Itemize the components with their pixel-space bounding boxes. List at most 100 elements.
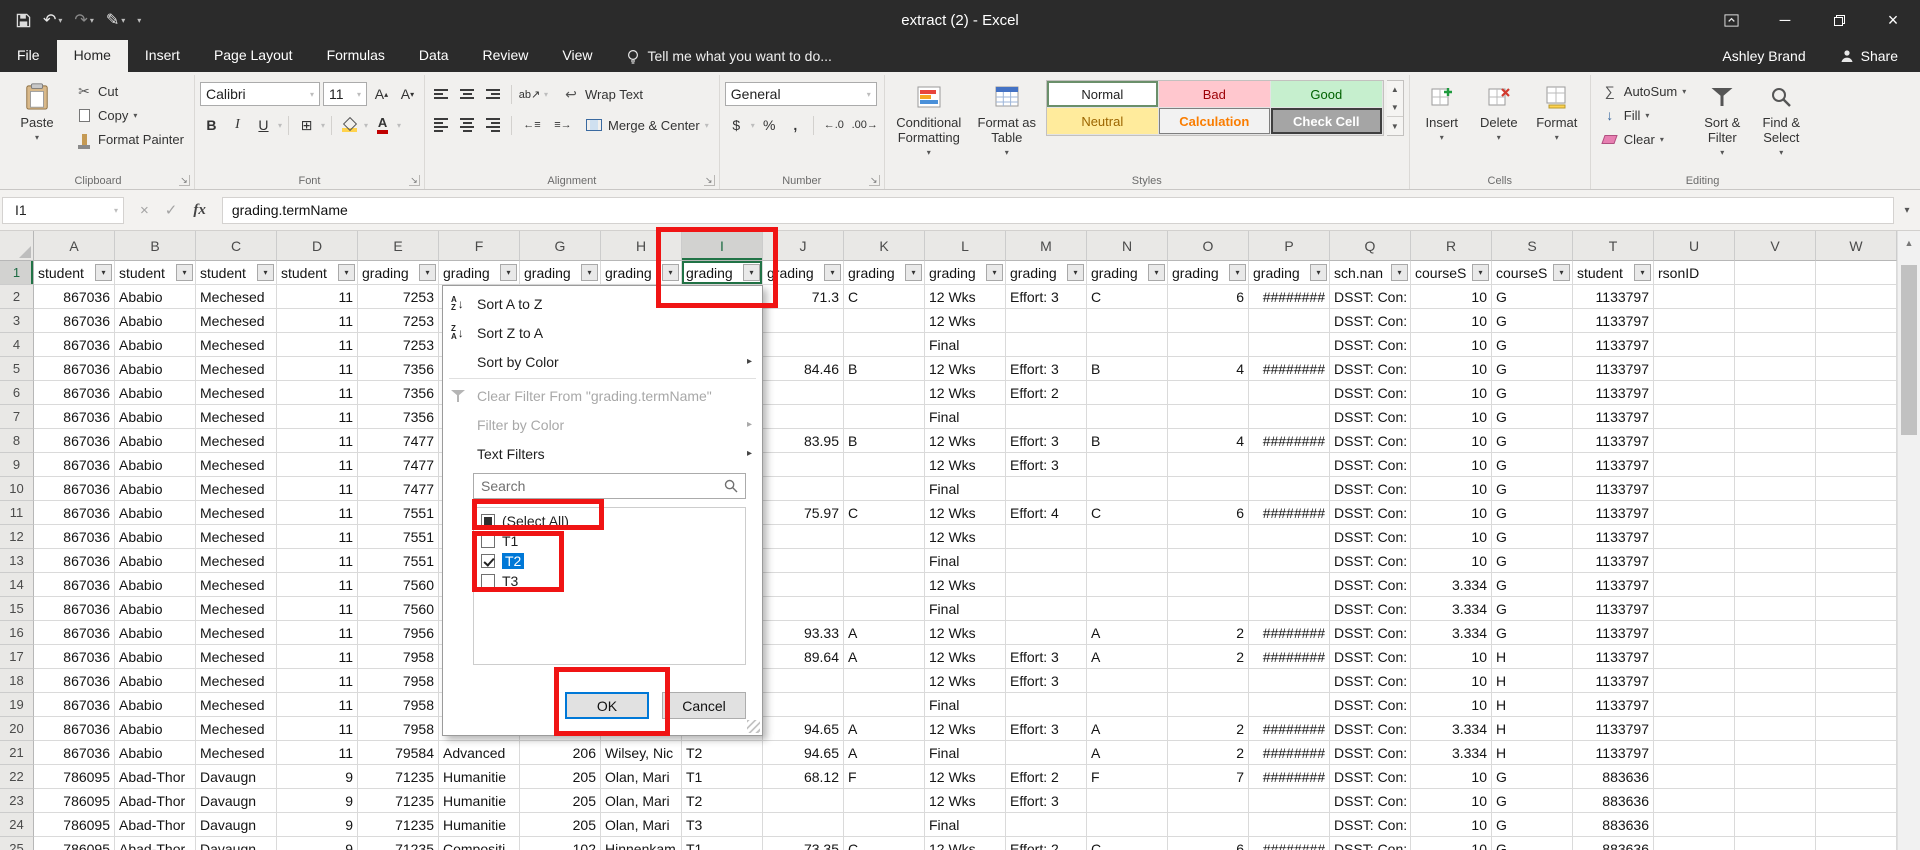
filter-button-f[interactable]: ▾ [500, 264, 517, 281]
cell-a8[interactable]: 867036 [34, 429, 115, 453]
cell-d22[interactable]: 9 [277, 765, 358, 789]
row-header-21[interactable]: 21 [0, 741, 34, 765]
column-header-o[interactable]: O [1168, 231, 1249, 261]
cell-b14[interactable]: Ababio [115, 573, 196, 597]
paste-dropdown-icon[interactable]: ▾ [35, 133, 39, 142]
cell-m17[interactable]: Effort: 3 [1006, 645, 1087, 669]
cell-o11[interactable]: 6 [1168, 501, 1249, 525]
cell-d8[interactable]: 11 [277, 429, 358, 453]
style-good[interactable]: Good [1270, 81, 1383, 108]
row-header-15[interactable]: 15 [0, 597, 34, 621]
cell-w24[interactable] [1816, 813, 1897, 837]
cell-m16[interactable] [1006, 621, 1087, 645]
filter-button-h[interactable]: ▾ [662, 264, 679, 281]
cell-t8[interactable]: 1133797 [1573, 429, 1654, 453]
cell-l24[interactable]: Final [925, 813, 1006, 837]
cell-b7[interactable]: Ababio [115, 405, 196, 429]
cell-k20[interactable]: A [844, 717, 925, 741]
cell-p18[interactable] [1249, 669, 1330, 693]
cell-p15[interactable] [1249, 597, 1330, 621]
cell-m6[interactable]: Effort: 2 [1006, 381, 1087, 405]
cell-c14[interactable]: Mechesed [196, 573, 277, 597]
cell-v22[interactable] [1735, 765, 1816, 789]
font-size-select[interactable]: 11 ▾ [322, 82, 367, 106]
row-header-9[interactable]: 9 [0, 453, 34, 477]
cell-m18[interactable]: Effort: 3 [1006, 669, 1087, 693]
select-all-corner[interactable] [0, 231, 34, 261]
checkbox-t3[interactable] [481, 574, 495, 588]
cell-q24[interactable]: DSST: Con: [1330, 813, 1411, 837]
cell-v17[interactable] [1735, 645, 1816, 669]
column-header-b[interactable]: B [115, 231, 196, 261]
cell-q20[interactable]: DSST: Con: [1330, 717, 1411, 741]
cell-n21[interactable]: A [1087, 741, 1168, 765]
cell-a12[interactable]: 867036 [34, 525, 115, 549]
filter-button-j[interactable]: ▾ [824, 264, 841, 281]
cell-j23[interactable] [763, 789, 844, 813]
cell-k24[interactable] [844, 813, 925, 837]
cell-a13[interactable]: 867036 [34, 549, 115, 573]
cell-m3[interactable] [1006, 309, 1087, 333]
tab-view[interactable]: View [545, 40, 609, 72]
cell-n16[interactable]: A [1087, 621, 1168, 645]
cell-k2[interactable]: C [844, 285, 925, 309]
menu-item-sort-a-to-z[interactable]: A Z ↓ Sort A to Z [443, 289, 762, 318]
filter-button-t[interactable]: ▾ [1634, 264, 1651, 281]
cell-a4[interactable]: 867036 [34, 333, 115, 357]
row-header-25[interactable]: 25 [0, 837, 34, 850]
header-cell-p1[interactable]: grading ▾ [1249, 261, 1330, 285]
cell-c10[interactable]: Mechesed [196, 477, 277, 501]
cell-j16[interactable]: 93.33 [763, 621, 844, 645]
header-cell-a1[interactable]: student ▾ [34, 261, 115, 285]
cell-c2[interactable]: Mechesed [196, 285, 277, 309]
cell-c8[interactable]: Mechesed [196, 429, 277, 453]
redo-button[interactable]: ↷ ▾ [74, 10, 93, 30]
header-cell-r1[interactable]: courseS ▾ [1411, 261, 1492, 285]
tab-insert[interactable]: Insert [128, 40, 197, 72]
vertical-scrollbar[interactable]: ▲ [1897, 231, 1920, 850]
cell-v23[interactable] [1735, 789, 1816, 813]
cell-t15[interactable]: 1133797 [1573, 597, 1654, 621]
cell-r7[interactable]: 10 [1411, 405, 1492, 429]
cell-k14[interactable] [844, 573, 925, 597]
cell-r23[interactable]: 10 [1411, 789, 1492, 813]
cell-s19[interactable]: H [1492, 693, 1573, 717]
cell-l22[interactable]: 12 Wks [925, 765, 1006, 789]
cell-s21[interactable]: H [1492, 741, 1573, 765]
column-header-h[interactable]: H [601, 231, 682, 261]
row-header-6[interactable]: 6 [0, 381, 34, 405]
cell-a15[interactable]: 867036 [34, 597, 115, 621]
cell-k16[interactable]: A [844, 621, 925, 645]
header-cell-n1[interactable]: grading ▾ [1087, 261, 1168, 285]
style-check-cell[interactable]: Check Cell [1270, 108, 1383, 135]
cell-i25[interactable]: T1 [682, 837, 763, 850]
cell-a9[interactable]: 867036 [34, 453, 115, 477]
cell-s18[interactable]: H [1492, 669, 1573, 693]
column-header-g[interactable]: G [520, 231, 601, 261]
cell-w11[interactable] [1816, 501, 1897, 525]
cell-r2[interactable]: 10 [1411, 285, 1492, 309]
cell-l4[interactable]: Final [925, 333, 1006, 357]
cell-n11[interactable]: C [1087, 501, 1168, 525]
cell-a16[interactable]: 867036 [34, 621, 115, 645]
cell-c9[interactable]: Mechesed [196, 453, 277, 477]
cell-o5[interactable]: 4 [1168, 357, 1249, 381]
column-header-v[interactable]: V [1735, 231, 1816, 261]
filter-button-l[interactable]: ▾ [986, 264, 1003, 281]
cell-t18[interactable]: 1133797 [1573, 669, 1654, 693]
format-cells-button[interactable]: Format ▾ [1529, 77, 1585, 171]
cell-t25[interactable]: 883636 [1573, 837, 1654, 850]
cell-s16[interactable]: G [1492, 621, 1573, 645]
cell-p11[interactable]: ######## [1249, 501, 1330, 525]
cell-m14[interactable] [1006, 573, 1087, 597]
filter-button-d[interactable]: ▾ [338, 264, 355, 281]
cell-t12[interactable]: 1133797 [1573, 525, 1654, 549]
cell-d11[interactable]: 11 [277, 501, 358, 525]
cell-q14[interactable]: DSST: Con: [1330, 573, 1411, 597]
cell-q22[interactable]: DSST: Con: [1330, 765, 1411, 789]
header-cell-w1[interactable] [1816, 261, 1897, 285]
cell-d7[interactable]: 11 [277, 405, 358, 429]
align-bottom-button[interactable] [482, 83, 505, 106]
cell-o14[interactable] [1168, 573, 1249, 597]
cell-n17[interactable]: A [1087, 645, 1168, 669]
